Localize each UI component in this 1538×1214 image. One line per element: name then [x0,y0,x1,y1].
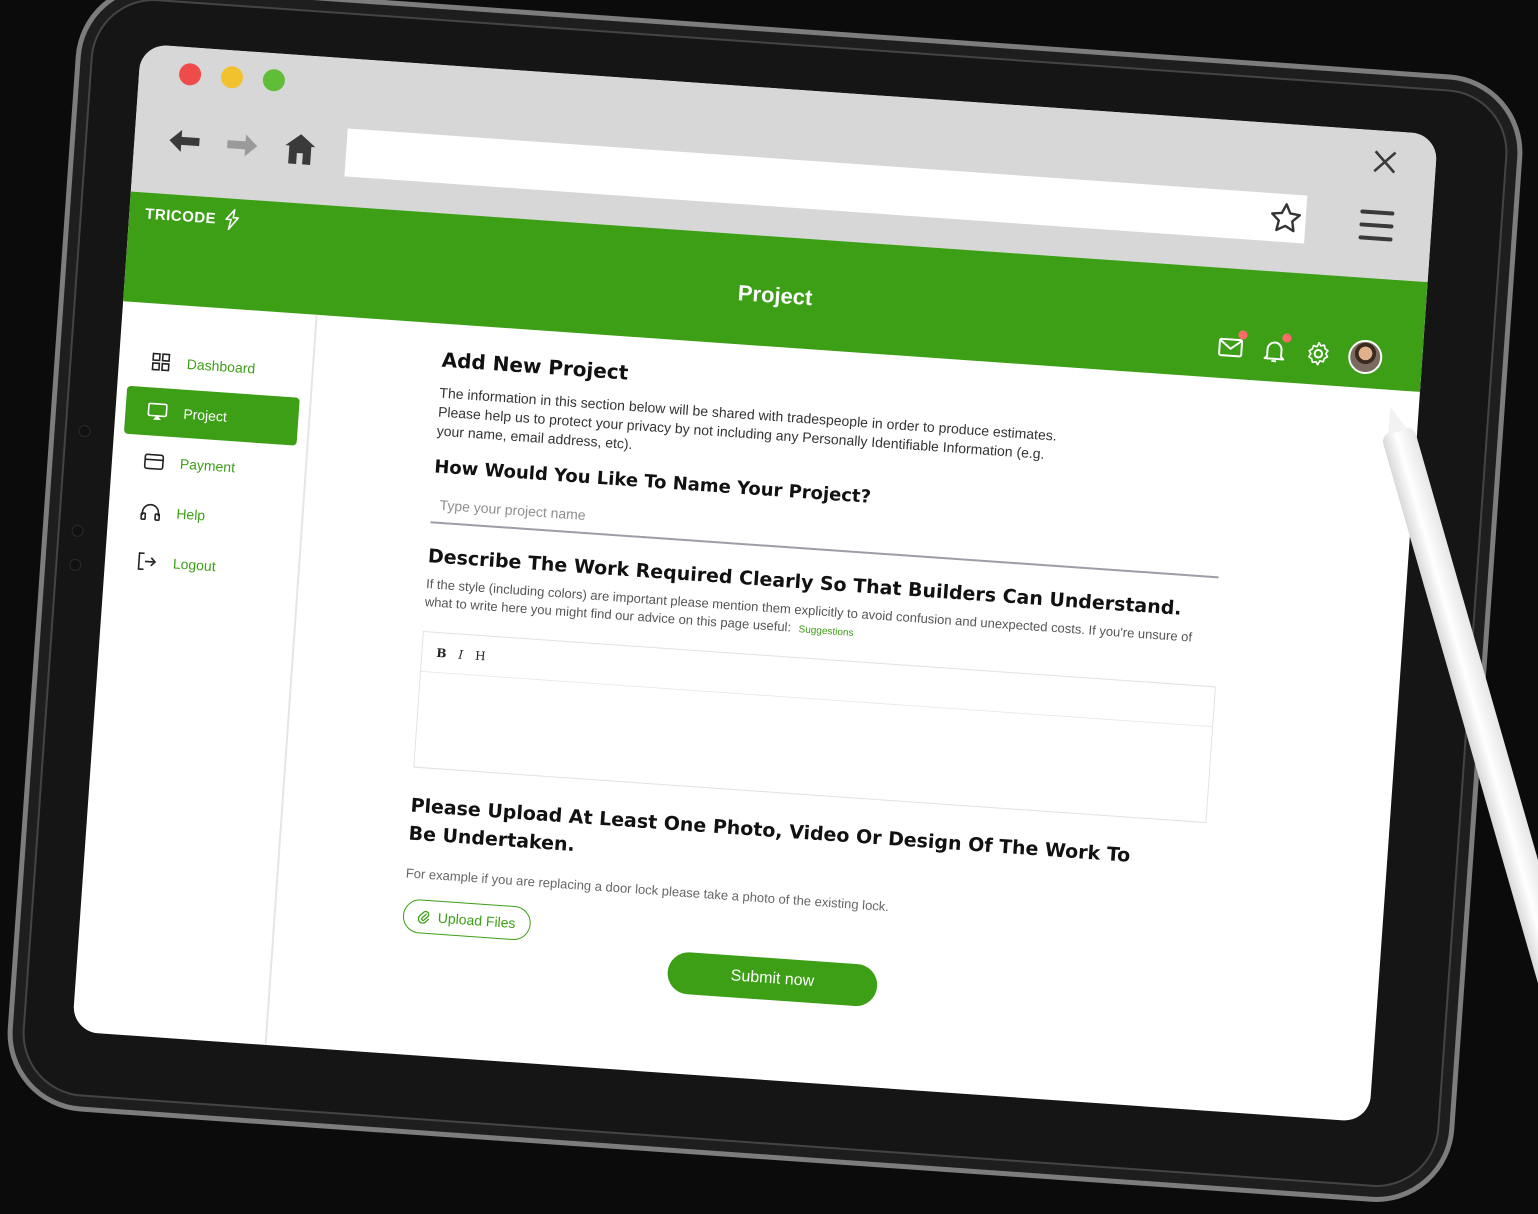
bookmark-star-icon[interactable] [1267,199,1305,237]
card-icon [143,451,165,472]
settings-gear-icon[interactable] [1303,339,1333,369]
headphones-icon [140,501,161,522]
camera-dot [78,424,92,438]
tablet-screen: TRICODE Project Dashboard Project Paymen… [72,43,1438,1123]
heading-button[interactable]: H [475,648,486,663]
close-tab-icon[interactable] [1371,148,1399,176]
mail-icon[interactable] [1216,330,1248,363]
mail-badge [1238,330,1248,340]
sidebar-item-logout[interactable]: Logout [113,535,289,595]
bell-badge [1282,333,1292,343]
maximize-window-dot[interactable] [262,68,286,92]
italic-button[interactable]: I [458,647,464,661]
logout-icon [136,551,157,572]
sidebar-item-label: Help [175,505,206,524]
upload-files-label: Upload Files [437,909,517,932]
suggestions-link[interactable]: Suggestions [798,624,854,639]
project-form: Add New Project The information in this … [401,324,1342,995]
forward-arrow-icon[interactable] [223,126,261,164]
sidebar-item-label: Payment [179,455,236,476]
sidebar-item-label: Project [182,405,228,425]
cast-icon [147,401,168,422]
sidebar-item-label: Dashboard [186,355,256,377]
brand-logo[interactable]: TRICODE [145,203,243,232]
home-icon[interactable] [281,130,319,168]
close-window-dot[interactable] [178,62,202,87]
paperclip-icon [417,910,430,924]
grid-icon [150,351,171,372]
hamburger-menu-icon[interactable] [1358,209,1395,242]
logo-text: TRICODE [144,205,217,228]
upload-files-button[interactable]: Upload Files [401,898,532,942]
camera-dot [68,558,82,572]
user-avatar[interactable] [1347,338,1384,376]
bold-button[interactable]: B [436,645,447,660]
window-controls [178,62,286,92]
logo-bolt-icon [225,209,239,231]
back-arrow-icon[interactable] [165,122,203,160]
bell-icon[interactable] [1260,333,1292,366]
camera-dot [71,524,85,538]
minimize-window-dot[interactable] [220,65,244,90]
sidebar-item-label: Logout [172,555,217,575]
browser-nav [165,122,319,169]
